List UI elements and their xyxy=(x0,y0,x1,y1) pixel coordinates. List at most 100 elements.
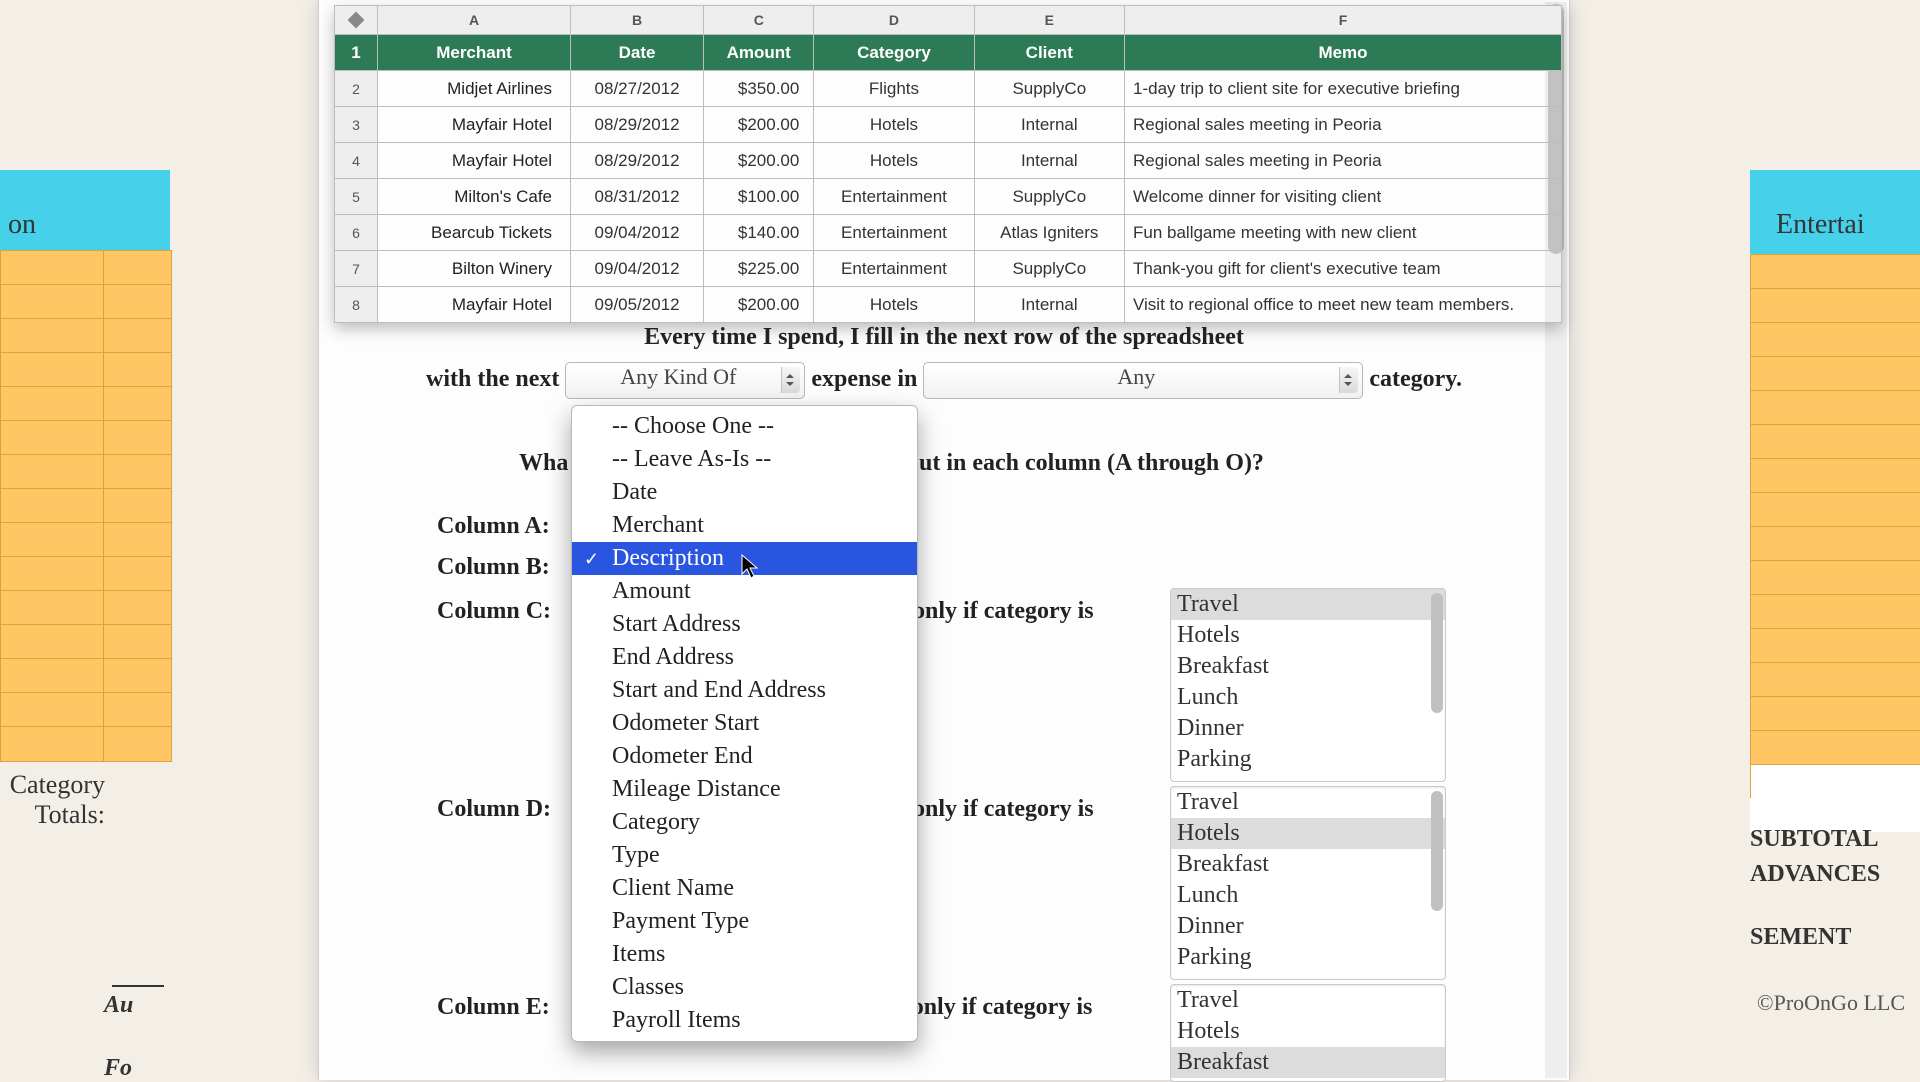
col-letter-D: D xyxy=(814,6,974,35)
cell-amount: $200.00 xyxy=(704,143,814,179)
only-if-e: only if category is xyxy=(912,994,1093,1020)
menu-item[interactable]: Mileage Distance xyxy=(572,773,917,806)
menu-item[interactable]: Merchant xyxy=(572,509,917,542)
column-a-label: Column A: xyxy=(437,513,550,539)
menu-item[interactable]: Client Name xyxy=(572,872,917,905)
listbox-scrollbar[interactable] xyxy=(1431,791,1443,911)
expense-category-select[interactable]: Any xyxy=(923,362,1363,399)
column-d-label: Column D: xyxy=(437,796,551,822)
col-letter-B: B xyxy=(571,6,704,35)
cell-category: Entertainment xyxy=(814,251,974,287)
cell-client: Internal xyxy=(974,143,1124,179)
listbox-option[interactable]: Breakfast xyxy=(1171,849,1445,880)
listbox-option[interactable]: Dinner xyxy=(1171,911,1445,942)
cell-amount: $200.00 xyxy=(704,287,814,323)
listbox-option[interactable]: Travel xyxy=(1171,985,1445,1016)
hdr-merchant: Merchant xyxy=(378,35,571,71)
listbox-option[interactable]: Hotels xyxy=(1171,818,1445,849)
cell-merchant: Mayfair Hotel xyxy=(378,107,571,143)
menu-item[interactable]: Start and End Address xyxy=(572,674,917,707)
category-listbox-c[interactable]: TravelHotelsBreakfastLunchDinnerParking xyxy=(1170,588,1446,782)
cell-merchant: Bearcub Tickets xyxy=(378,215,571,251)
menu-item[interactable]: -- Leave As-Is -- xyxy=(572,443,917,476)
cell-date: 09/04/2012 xyxy=(571,251,704,287)
divider-line xyxy=(112,985,164,987)
menu-item[interactable]: Items xyxy=(572,938,917,971)
checkmark-icon: ✓ xyxy=(584,549,599,570)
listbox-option[interactable]: Hotels xyxy=(1171,620,1445,651)
mouse-cursor-icon xyxy=(741,554,759,580)
cell-category: Hotels xyxy=(814,107,974,143)
listbox-option[interactable]: Travel xyxy=(1171,787,1445,818)
cell-category: Flights xyxy=(814,71,974,107)
menu-item[interactable]: Type xyxy=(572,839,917,872)
hdr-date: Date xyxy=(571,35,704,71)
column-b-dropdown-menu[interactable]: -- Choose One ---- Leave As-Is --DateMer… xyxy=(571,405,918,1042)
cell-date: 08/31/2012 xyxy=(571,179,704,215)
cell-merchant: Mayfair Hotel xyxy=(378,143,571,179)
cell-memo: Visit to regional office to meet new tea… xyxy=(1125,287,1562,323)
row-number: 5 xyxy=(335,179,378,215)
cell-amount: $225.00 xyxy=(704,251,814,287)
listbox-option[interactable]: Dinner xyxy=(1171,713,1445,744)
cell-date: 08/27/2012 xyxy=(571,71,704,107)
listbox-option[interactable]: Lunch xyxy=(1171,880,1445,911)
table-row: 3Mayfair Hotel08/29/2012$200.00HotelsInt… xyxy=(335,107,1562,143)
cell-amount: $350.00 xyxy=(704,71,814,107)
listbox-scrollbar[interactable] xyxy=(1431,593,1443,713)
column-c-label: Column C: xyxy=(437,598,551,624)
only-if-d: only if category is xyxy=(913,796,1094,822)
listbox-option[interactable]: Parking xyxy=(1171,942,1445,973)
hdr-category: Category xyxy=(814,35,974,71)
menu-item[interactable]: -- Choose One -- xyxy=(572,410,917,443)
hdr-memo: Memo xyxy=(1125,35,1562,71)
narr-expense-in: expense in xyxy=(811,366,917,392)
cell-date: 09/04/2012 xyxy=(571,215,704,251)
listbox-option[interactable]: Hotels xyxy=(1171,1016,1445,1047)
cell-client: SupplyCo xyxy=(974,251,1124,287)
column-e-label: Column E: xyxy=(437,994,550,1020)
menu-item[interactable]: Start Address xyxy=(572,608,917,641)
diamond-icon xyxy=(348,12,365,29)
cell-category: Hotels xyxy=(814,287,974,323)
expense-kind-select[interactable]: Any Kind Of xyxy=(565,362,805,399)
cell-memo: 1-day trip to client site for executive … xyxy=(1125,71,1562,107)
listbox-option[interactable]: Parking xyxy=(1171,744,1445,775)
menu-item[interactable]: Payroll Items xyxy=(572,1004,917,1037)
row-number: 7 xyxy=(335,251,378,287)
menu-item[interactable]: End Address xyxy=(572,641,917,674)
cell-date: 08/29/2012 xyxy=(571,143,704,179)
bg-left-header-text: on xyxy=(8,209,36,241)
cell-category: Entertainment xyxy=(814,215,974,251)
category-listbox-e[interactable]: TravelHotelsBreakfast xyxy=(1170,984,1446,1082)
menu-item[interactable]: Classes xyxy=(572,971,917,1004)
expense-category-value: Any xyxy=(1117,364,1155,389)
menu-item[interactable]: Odometer End xyxy=(572,740,917,773)
bg-right-header: Entertai xyxy=(1750,170,1920,254)
cell-amount: $200.00 xyxy=(704,107,814,143)
menu-item[interactable]: Payment Type xyxy=(572,905,917,938)
menu-item[interactable]: Date xyxy=(572,476,917,509)
col-letter-A: A xyxy=(378,6,571,35)
cell-client: Atlas Igniters xyxy=(974,215,1124,251)
table-row: 8Mayfair Hotel09/05/2012$200.00HotelsInt… xyxy=(335,287,1562,323)
category-listbox-d[interactable]: TravelHotelsBreakfastLunchDinnerParking xyxy=(1170,786,1446,980)
table-row: 2Midjet Airlines08/27/2012$350.00Flights… xyxy=(335,71,1562,107)
cell-category: Entertainment xyxy=(814,179,974,215)
listbox-option[interactable]: Travel xyxy=(1171,589,1445,620)
table-row: 5Milton's Cafe08/31/2012$100.00Entertain… xyxy=(335,179,1562,215)
listbox-option[interactable]: Breakfast xyxy=(1171,1047,1445,1078)
listbox-option[interactable]: Lunch xyxy=(1171,682,1445,713)
menu-item[interactable]: Odometer Start xyxy=(572,707,917,740)
cell-memo: Regional sales meeting in Peoria xyxy=(1125,107,1562,143)
col-letter-E: E xyxy=(974,6,1124,35)
menu-item[interactable]: Category xyxy=(572,806,917,839)
cell-merchant: Midjet Airlines xyxy=(378,71,571,107)
cell-merchant: Milton's Cafe xyxy=(378,179,571,215)
cell-client: Internal xyxy=(974,107,1124,143)
row-number: 2 xyxy=(335,71,378,107)
cell-memo: Thank-you gift for client's executive te… xyxy=(1125,251,1562,287)
only-if-c: only if category is xyxy=(913,598,1094,624)
row-number: 8 xyxy=(335,287,378,323)
listbox-option[interactable]: Breakfast xyxy=(1171,651,1445,682)
